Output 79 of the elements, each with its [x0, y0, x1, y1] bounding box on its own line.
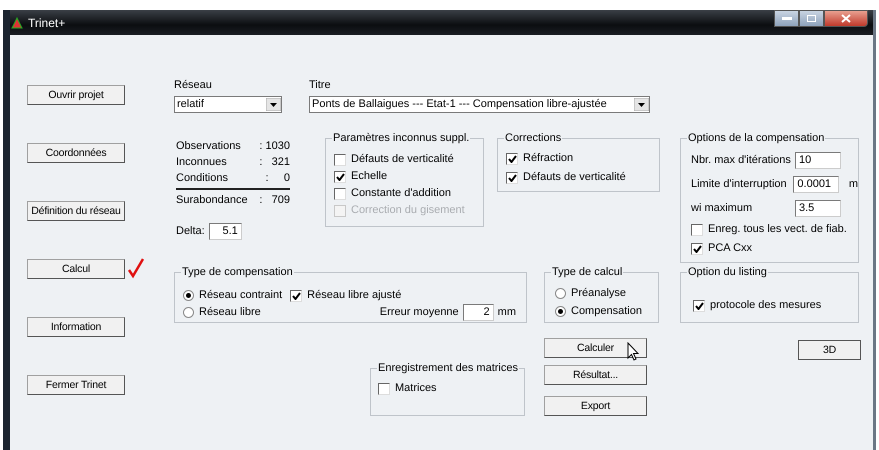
close-icon [841, 14, 851, 23]
stat-value: : 0 [266, 171, 290, 186]
side-button[interactable]: Information [27, 317, 125, 337]
checkbox-indicator[interactable] [378, 382, 390, 394]
side-button[interactable]: Définition du réseau [27, 201, 125, 221]
group-title: Paramètres inconnus suppl. [332, 132, 470, 145]
side-button[interactable]: Calcul [27, 259, 125, 279]
maximize-button[interactable] [799, 10, 824, 27]
checkbox[interactable]: Réseau libre ajusté [290, 289, 402, 302]
minimize-button[interactable] [774, 10, 799, 27]
checkbox[interactable]: Constante d'addition [334, 187, 483, 200]
field-label: wi maximum [691, 200, 754, 216]
stat-value: : 1030 [259, 139, 290, 154]
input-field[interactable]: 0.0001 [793, 176, 839, 192]
checkbox[interactable]: Réfraction [506, 152, 659, 165]
side-button[interactable]: Coordonnées [27, 143, 125, 163]
action-button[interactable]: Calculer [544, 338, 647, 358]
radio-button[interactable]: Réseau contraint [183, 289, 282, 302]
checkbox[interactable]: Enreg. tous les vect. de fiab. [691, 220, 858, 239]
dropdown[interactable]: relatif [174, 96, 282, 113]
stat-value: : 709 [259, 193, 290, 208]
radio-indicator[interactable] [555, 288, 566, 299]
checkbox-indicator[interactable] [506, 152, 518, 164]
checkbox-indicator[interactable] [334, 154, 346, 166]
action-button[interactable]: Résultat... [544, 365, 647, 385]
side-button[interactable]: Fermer Trinet [27, 375, 125, 395]
radio-indicator[interactable] [183, 290, 194, 301]
caret-icon [634, 98, 649, 111]
checkbox-indicator[interactable] [691, 242, 703, 254]
radio-button[interactable]: Réseau libre [183, 306, 261, 319]
checkbox[interactable]: Matrices [378, 382, 524, 395]
unit-label: mm [498, 305, 516, 320]
action-button[interactable]: Export [544, 396, 647, 416]
field-label: Delta: [176, 224, 205, 240]
checkbox-indicator[interactable] [693, 300, 705, 312]
stat-value: : 321 [259, 155, 290, 170]
maximize-icon [807, 15, 816, 22]
checkbox-indicator[interactable] [334, 170, 346, 182]
checkbox[interactable]: Défauts de verticalité [506, 171, 659, 184]
field-label: Erreur moyenne [380, 305, 459, 320]
caret-icon [266, 98, 281, 111]
checkbox-indicator[interactable] [290, 290, 302, 302]
input-field[interactable]: 10 [795, 152, 841, 168]
group-title: Type de calcul [551, 266, 624, 279]
mouse-pointer-icon [627, 342, 640, 362]
input-field[interactable]: 5.1 [208, 223, 242, 240]
group-title: Option du listing [687, 266, 768, 279]
checkbox[interactable]: Echelle [334, 170, 483, 183]
window-title: Trinet+ [28, 14, 66, 32]
checkbox-indicator[interactable] [691, 224, 703, 236]
radio-button[interactable]: Préanalyse [555, 287, 658, 300]
radio-indicator[interactable] [183, 307, 194, 318]
stat-label: Surabondance [176, 193, 248, 208]
stat-label: Observations [176, 139, 241, 154]
group-title: Type de compensation [181, 266, 294, 279]
field-label: Titre [309, 79, 331, 92]
app-icon [11, 16, 23, 28]
input-field[interactable]: 2 [462, 304, 494, 321]
checkbox[interactable]: protocole des mesures [693, 299, 858, 312]
field-label: Limite d'interruption [691, 176, 788, 192]
dropdown[interactable]: Ponts de Ballaigues --- Etat-1 --- Compensation libre-ajustée [309, 96, 650, 113]
side-button[interactable]: Ouvrir projet [27, 85, 125, 105]
radio-button[interactable]: Compensation [555, 305, 658, 318]
3d-button[interactable]: 3D [798, 340, 861, 360]
close-button[interactable] [824, 10, 868, 27]
checkbox-indicator[interactable] [506, 172, 518, 184]
radio-indicator[interactable] [555, 306, 566, 317]
unit-label: m [848, 176, 858, 192]
checkbox[interactable]: PCA Cxx [691, 239, 858, 258]
group-title: Enregistrement des matrices [377, 362, 519, 375]
stat-label: Conditions [176, 171, 228, 186]
group-title: Options de la compensation [687, 132, 826, 145]
field-label: Nbr. max d'itérations [691, 152, 792, 168]
input-field[interactable]: 3.5 [795, 200, 841, 216]
field-label: Réseau [174, 79, 212, 92]
stat-label: Inconnues [176, 155, 227, 170]
checkbox-indicator[interactable] [334, 188, 346, 200]
checkbox[interactable]: Défauts de verticalité [334, 153, 483, 166]
minimize-icon [782, 16, 792, 20]
